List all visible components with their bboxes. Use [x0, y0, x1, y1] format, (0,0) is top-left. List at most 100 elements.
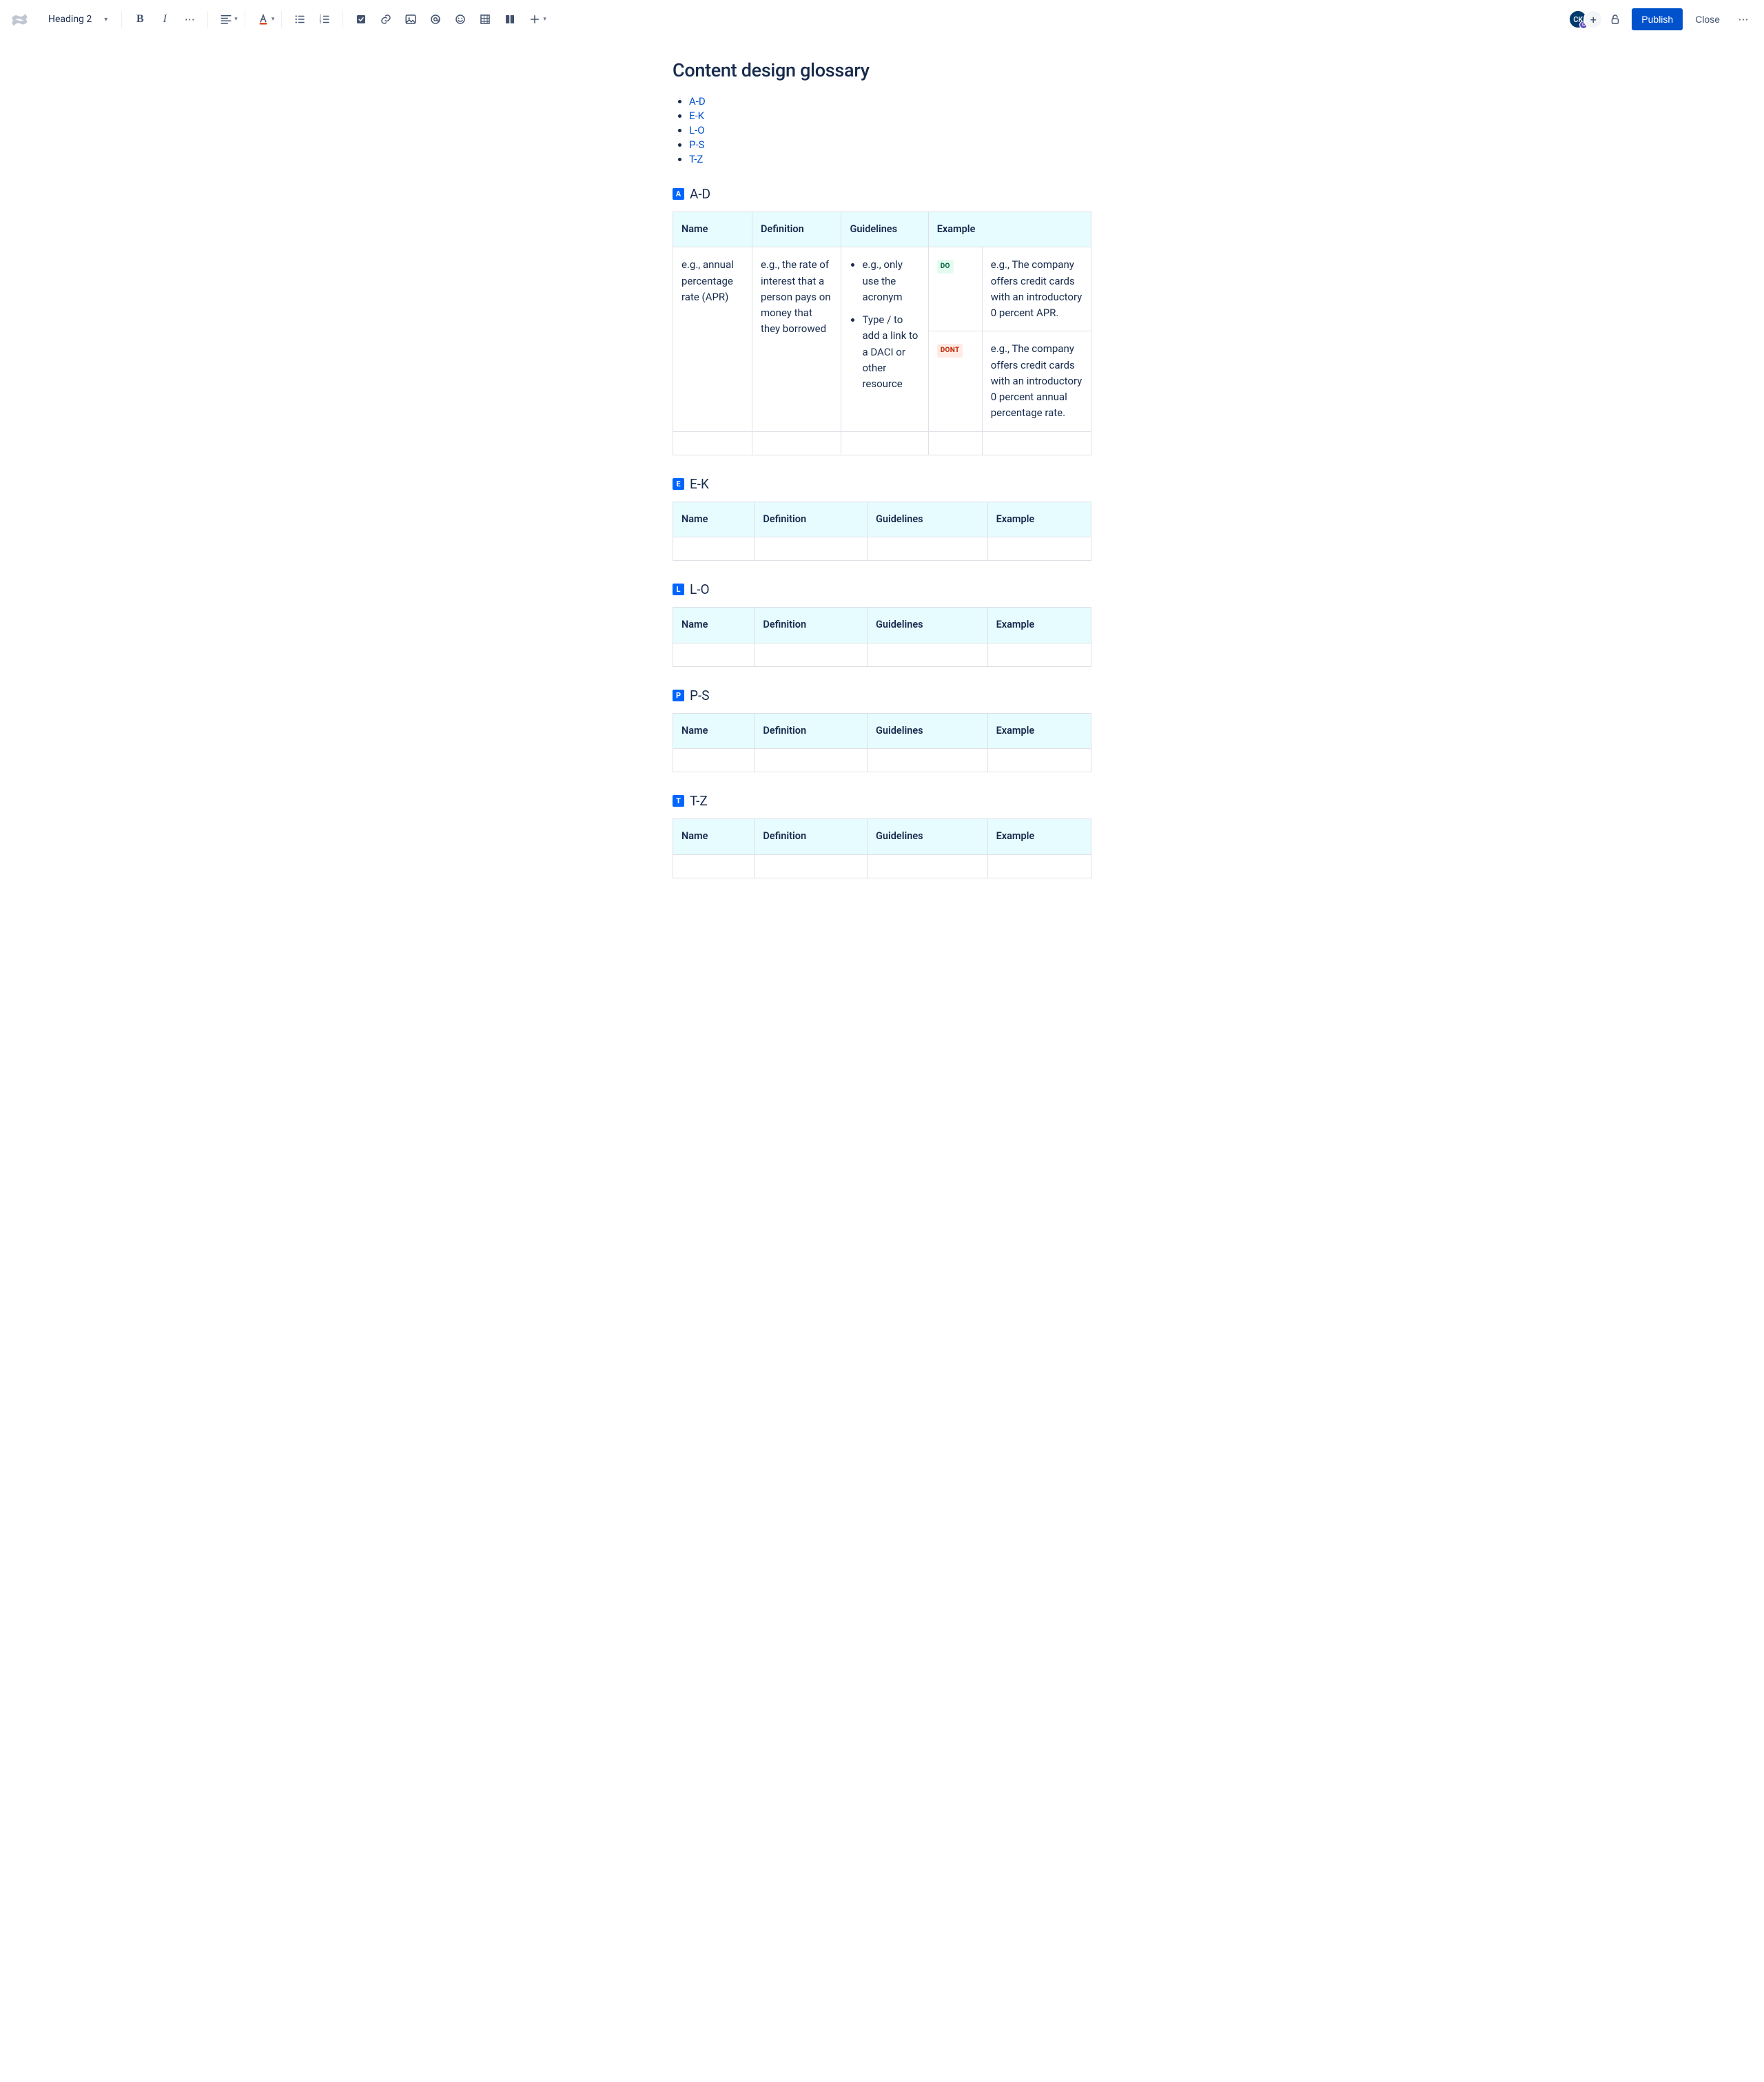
page-body: Content design glossary A-D E-K L-O P-S … [673, 39, 1091, 920]
bullet-list-icon [294, 13, 306, 25]
table-row[interactable]: e.g., annual percentage rate (APR) e.g.,… [673, 247, 1091, 331]
section-label: A-D [690, 186, 710, 202]
ellipsis-icon: ⋯ [185, 13, 195, 25]
th-name: Name [673, 713, 755, 748]
cell-definition[interactable]: e.g., the rate of interest that a person… [752, 247, 841, 431]
th-name: Name [673, 608, 755, 643]
cell-dont-example[interactable]: e.g., The company offers credit cards wi… [982, 331, 1091, 431]
layouts-button[interactable] [499, 8, 521, 30]
mention-button[interactable] [424, 8, 447, 30]
th-definition: Definition [755, 819, 868, 854]
th-example: Example [987, 819, 1091, 854]
glossary-table-tz[interactable]: Name Definition Guidelines Example [673, 818, 1091, 878]
cell-guidelines[interactable]: e.g., only use the acronym Type / to add… [841, 247, 928, 431]
th-example: Example [987, 608, 1091, 643]
section-heading-ps[interactable]: P P-S [673, 688, 1091, 703]
text-color-icon [257, 13, 269, 25]
page-title[interactable]: Content design glossary [673, 59, 1091, 81]
table-row-empty[interactable] [673, 537, 1091, 561]
toc-link[interactable]: P-S [689, 138, 705, 151]
table-row-empty[interactable] [673, 854, 1091, 878]
glossary-table-ek[interactable]: Name Definition Guidelines Example [673, 502, 1091, 561]
italic-button[interactable]: I [154, 8, 176, 30]
separator [207, 11, 208, 28]
cell-dont-badge[interactable]: DONT [928, 331, 982, 431]
close-button[interactable]: Close [1688, 8, 1727, 30]
do-badge: DO [937, 260, 954, 274]
separator [281, 11, 282, 28]
cell-do-badge[interactable]: DO [928, 247, 982, 331]
cell-name[interactable]: e.g., annual percentage rate (APR) [673, 247, 752, 431]
checkbox-icon [355, 13, 367, 25]
restrictions-button[interactable] [1604, 8, 1626, 30]
letter-badge-icon: T [673, 795, 684, 807]
plus-icon [529, 13, 541, 25]
glossary-table-lo[interactable]: Name Definition Guidelines Example [673, 607, 1091, 666]
image-icon [404, 13, 417, 25]
th-guidelines: Guidelines [841, 212, 928, 247]
publish-button[interactable]: Publish [1632, 8, 1683, 30]
toc-link[interactable]: T-Z [689, 153, 703, 165]
section-label: P-S [690, 688, 710, 703]
editor-toolbar: Heading 2 ▾ B I ⋯ ▾ ▾ [0, 0, 1764, 39]
bold-button[interactable]: B [129, 8, 151, 30]
image-button[interactable] [400, 8, 422, 30]
action-item-button[interactable] [350, 8, 372, 30]
glossary-table-ps[interactable]: Name Definition Guidelines Example [673, 713, 1091, 772]
cell-do-example[interactable]: e.g., The company offers credit cards wi… [982, 247, 1091, 331]
section-heading-ad[interactable]: A A-D [673, 186, 1091, 202]
th-example: Example [928, 212, 1091, 247]
table-button[interactable] [474, 8, 496, 30]
table-icon [479, 13, 491, 25]
more-formatting-button[interactable]: ⋯ [178, 8, 201, 30]
section-heading-ek[interactable]: E E-K [673, 476, 1091, 492]
letter-badge-icon: L [673, 584, 684, 595]
mention-icon [429, 13, 442, 25]
th-guidelines: Guidelines [867, 608, 987, 643]
table-row-empty[interactable] [673, 643, 1091, 666]
letter-badge-icon: E [673, 478, 684, 490]
th-definition: Definition [755, 502, 868, 537]
app-logo [10, 8, 32, 30]
letter-badge-icon: A [673, 188, 684, 200]
invite-button[interactable]: + [1583, 10, 1603, 29]
th-definition: Definition [752, 212, 841, 247]
th-example: Example [987, 713, 1091, 748]
dont-badge: DONT [937, 344, 963, 358]
toc-link[interactable]: E-K [689, 110, 704, 122]
section-heading-lo[interactable]: L L-O [673, 581, 1091, 597]
more-actions-button[interactable]: ⋯ [1732, 8, 1754, 30]
section-heading-tz[interactable]: T T-Z [673, 793, 1091, 809]
toc-link[interactable]: L-O [689, 124, 705, 136]
separator [342, 11, 343, 28]
layouts-icon [504, 13, 516, 25]
th-definition: Definition [755, 608, 868, 643]
link-button[interactable] [375, 8, 397, 30]
unlocked-icon [1609, 13, 1621, 25]
guideline-item: e.g., only use the acronym [862, 257, 919, 305]
th-definition: Definition [755, 713, 868, 748]
toc-link[interactable]: A-D [689, 95, 706, 107]
table-row-empty[interactable] [673, 431, 1091, 455]
th-name: Name [673, 819, 755, 854]
section-label: T-Z [690, 793, 708, 809]
section-label: E-K [690, 476, 709, 492]
separator [121, 11, 122, 28]
glossary-table-ad[interactable]: Name Definition Guidelines Example e.g.,… [673, 212, 1091, 455]
emoji-icon [454, 13, 466, 25]
th-name: Name [673, 502, 755, 537]
th-guidelines: Guidelines [867, 502, 987, 537]
table-row-empty[interactable] [673, 749, 1091, 772]
chevron-down-icon: ▾ [271, 16, 275, 23]
text-style-value: Heading 2 [48, 14, 92, 25]
link-icon [380, 13, 392, 25]
text-style-select[interactable]: Heading 2 ▾ [43, 11, 113, 28]
chevron-down-icon: ▾ [234, 16, 238, 23]
bullet-list-button[interactable] [289, 8, 311, 30]
numbered-list-button[interactable]: 1 2 3 [314, 8, 336, 30]
emoji-button[interactable] [449, 8, 471, 30]
th-guidelines: Guidelines [867, 713, 987, 748]
numbered-list-icon: 1 2 3 [318, 13, 331, 25]
ellipsis-icon: ⋯ [1739, 13, 1749, 25]
guideline-item: Type / to add a link to a DACI or other … [862, 312, 919, 392]
